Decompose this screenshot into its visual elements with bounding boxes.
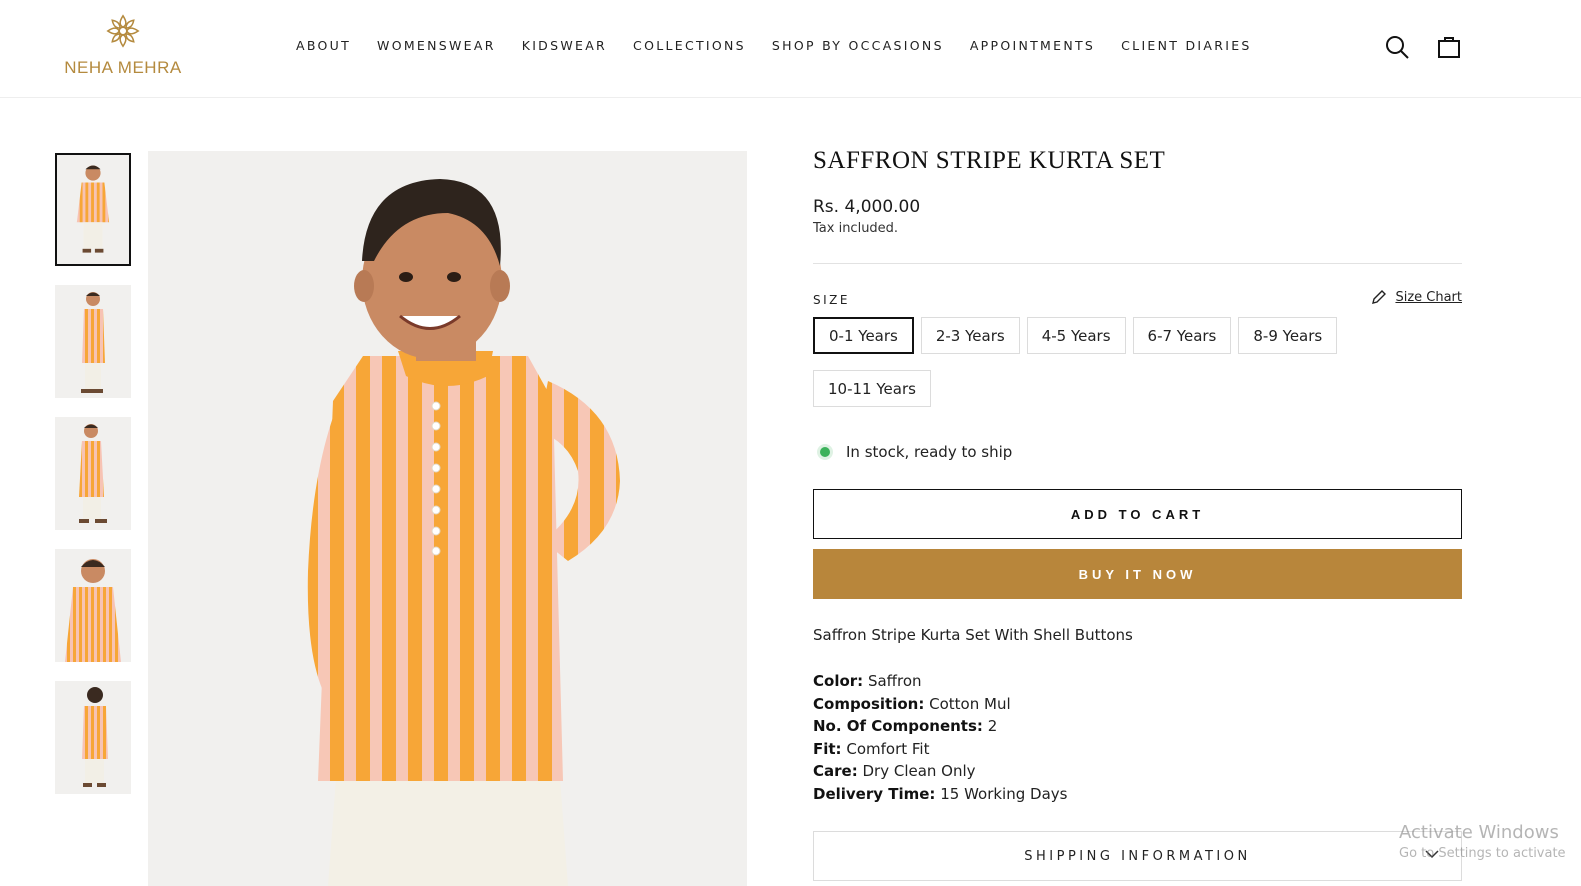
main-nav: ABOUT WOMENSWEAR KIDSWEAR COLLECTIONS SH… — [296, 38, 1278, 53]
tax-note: Tax included. — [813, 221, 899, 236]
size-option-8-9-years[interactable]: 8-9 Years — [1238, 317, 1338, 354]
nav-womenswear[interactable]: WOMENSWEAR — [377, 38, 496, 53]
nav-collections[interactable]: COLLECTIONS — [633, 38, 746, 53]
pencil-icon — [1372, 290, 1387, 304]
product-description: Saffron Stripe Kurta Set With Shell Butt… — [813, 626, 1133, 644]
activate-windows-watermark: Activate Windows Go to Settings to activ… — [1399, 822, 1566, 861]
stock-text: In stock, ready to ship — [846, 443, 1013, 461]
spec-delivery-time: Delivery Time: 15 Working Days — [813, 784, 1068, 803]
size-option-0-1-years[interactable]: 0-1 Years — [813, 317, 914, 354]
shipping-label: SHIPPING INFORMATION — [1024, 848, 1251, 864]
nav-shop-by-occasions[interactable]: SHOP BY OCCASIONS — [772, 38, 944, 53]
nav-kidswear[interactable]: KIDSWEAR — [522, 38, 607, 53]
bag-icon[interactable] — [1436, 34, 1462, 60]
product-specs: Color: Saffron Composition: Cotton Mul N… — [813, 670, 1462, 805]
thumbnail-front-view[interactable] — [55, 153, 131, 266]
product-info: SAFFRON STRIPE KURTA SET Rs. 4,000.00 Ta… — [813, 140, 1462, 881]
spec-components: No. Of Components: 2 — [813, 717, 998, 735]
size-option-10-11-years[interactable]: 10-11 Years — [813, 370, 931, 407]
product-main-image[interactable] — [148, 151, 747, 886]
stock-status: In stock, ready to ship — [813, 443, 1462, 461]
divider — [813, 263, 1462, 264]
brand-name: NEHA MEHRA — [64, 58, 182, 77]
size-option-2-3-years[interactable]: 2-3 Years — [920, 317, 1020, 354]
spec-composition: Composition: Cotton Mul — [813, 694, 1011, 713]
spec-color: Color: Saffron — [813, 672, 922, 690]
mandala-icon — [106, 14, 140, 48]
shipping-information-toggle[interactable]: SHIPPING INFORMATION — [813, 831, 1462, 881]
product-title: SAFFRON STRIPE KURTA SET — [813, 147, 1166, 174]
search-icon[interactable] — [1384, 34, 1410, 60]
size-label: SIZE — [813, 293, 850, 307]
thumbnail-side-view[interactable] — [55, 285, 131, 398]
site-header: NEHA MEHRA ABOUT WOMENSWEAR KIDSWEAR COL… — [0, 0, 1581, 98]
spec-care: Care: Dry Clean Only — [813, 762, 976, 780]
spec-fit: Fit: Comfort Fit — [813, 739, 930, 758]
thumbnail-back-view[interactable] — [55, 681, 131, 794]
add-to-cart-button[interactable]: ADD TO CART — [813, 489, 1462, 539]
size-chart-label: Size Chart — [1395, 289, 1462, 305]
thumbnail-close-front-view[interactable] — [55, 549, 131, 662]
thumbnail-gallery — [55, 153, 131, 813]
buy-now-button[interactable]: BUY IT NOW — [813, 549, 1462, 599]
in-stock-dot-icon — [820, 447, 830, 457]
nav-about[interactable]: ABOUT — [296, 38, 351, 53]
product-price: Rs. 4,000.00 — [813, 197, 921, 217]
size-option-6-7-years[interactable]: 6-7 Years — [1132, 317, 1232, 354]
size-chart-link[interactable]: Size Chart — [1371, 289, 1462, 305]
size-header: SIZE Size Chart — [813, 289, 1462, 308]
brand-logo[interactable]: NEHA MEHRA — [62, 12, 184, 84]
nav-appointments[interactable]: APPOINTMENTS — [970, 38, 1095, 53]
size-options: 0-1 Years 2-3 Years 4-5 Years 6-7 Years … — [813, 317, 1373, 423]
thumbnail-side-view-2[interactable] — [55, 417, 131, 530]
nav-client-diaries[interactable]: CLIENT DIARIES — [1121, 38, 1252, 53]
size-option-4-5-years[interactable]: 4-5 Years — [1026, 317, 1126, 354]
